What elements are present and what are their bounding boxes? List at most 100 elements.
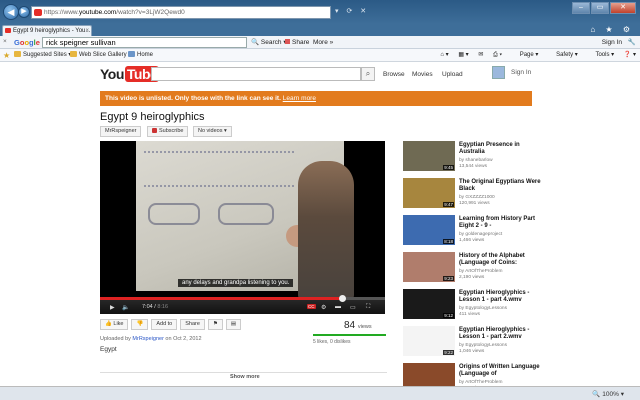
related-video-item[interactable]: 9:45 Egyptian Presence in Australia by sha… <box>403 141 543 171</box>
google-search-button[interactable]: 🔍 Search ▾ <box>251 38 287 47</box>
video-thumbnail[interactable]: 9:12 <box>403 289 455 319</box>
video-thumbnail[interactable]: 8:16 <box>403 363 455 386</box>
google-share-button[interactable]: Share <box>285 38 309 47</box>
google-signin-link[interactable]: Sign In <box>602 38 622 47</box>
subscribe-button[interactable]: Subscribe <box>147 126 189 137</box>
nav-browse[interactable]: Browse <box>383 71 405 78</box>
stats-icon[interactable]: ▤ <box>225 319 242 330</box>
related-video-title[interactable]: Origins of Written Language (Language of <box>459 364 541 377</box>
gear-icon[interactable]: ⚙ <box>321 304 326 311</box>
quality-icon[interactable]: ▬ <box>335 304 341 310</box>
related-video-views: 1,046 views <box>459 349 485 354</box>
window-controls: – ▭ ✕ <box>571 2 636 14</box>
mail-icon[interactable]: ✉ <box>478 52 483 58</box>
safety-menu[interactable]: Safety ▾ <box>548 52 578 58</box>
related-video-views: 1,466 views <box>459 238 485 243</box>
related-video-channel: by goldenageproject <box>459 232 503 237</box>
google-more-button[interactable]: More » <box>313 38 333 47</box>
favorites-star-icon[interactable]: ★ <box>3 51 10 60</box>
forward-button[interactable]: ▶ <box>18 6 30 18</box>
page-icon <box>128 51 135 57</box>
like-button[interactable]: 👍 Like <box>100 319 129 330</box>
video-thumbnail[interactable]: 9:23 <box>403 252 455 282</box>
flag-icon[interactable]: ⚑ <box>207 319 223 330</box>
related-video-title[interactable]: Egyptian Hieroglyphics - Lesson 1 - part… <box>459 290 541 303</box>
channel-link[interactable]: MrRspeigner <box>100 126 142 137</box>
nav-movies[interactable]: Movies <box>412 71 433 78</box>
address-bar[interactable]: https://www.youtube.com/watch?v=3LjW2Qew… <box>31 6 331 19</box>
wrench-icon[interactable]: 🔧 <box>628 38 636 47</box>
tab-strip: Egypt 9 heiroglyphics - You... × ⌂ ★ ⚙ <box>0 24 640 36</box>
related-video-title[interactable]: Egyptian Hieroglyphics - Lesson 1 - part… <box>459 327 541 340</box>
search-icon[interactable]: ⌕ <box>361 67 375 81</box>
video-thumbnail[interactable]: 9:22 <box>403 326 455 356</box>
player-controls: ▶ 🔈 7:04 / 8:16 CC ⚙ ▬ ▭ ⛶ <box>100 295 385 314</box>
youtube-search-input[interactable] <box>151 67 361 81</box>
add-to-button[interactable]: Add to <box>151 319 178 330</box>
favorite-home[interactable]: Home <box>128 51 153 60</box>
upload-info: Uploaded by MrRspeigner on Oct 2, 2012 <box>100 336 202 342</box>
tab-youtube[interactable]: Egypt 9 heiroglyphics - You... × <box>2 25 92 36</box>
favorites-bar: ★ Suggested Sites ▾ Web Slice Gallery ▾ … <box>0 49 640 62</box>
video-duration: 9:12 <box>443 313 454 318</box>
theater-icon[interactable]: ▭ <box>350 304 356 311</box>
nav-upload[interactable]: Upload <box>442 71 463 78</box>
back-button[interactable]: ◀ <box>3 4 19 20</box>
youtube-favicon <box>34 9 42 16</box>
volume-icon[interactable]: 🔈 <box>122 304 129 311</box>
related-video-title[interactable]: The Original Egyptians Were Black <box>459 179 541 192</box>
share-button[interactable]: Share <box>180 319 205 330</box>
related-video-channel: by EgyptologyLessons <box>459 306 507 311</box>
video-thumbnail[interactable]: 8:18 <box>403 215 455 245</box>
tools-menu[interactable]: Tools ▾ <box>587 52 614 58</box>
related-video-item[interactable]: 9:47 The Original Egyptians Were Black by … <box>403 178 543 208</box>
related-video-item[interactable]: 9:12 Egyptian Hieroglyphics - Lesson 1 - … <box>403 289 543 319</box>
related-video-title[interactable]: Learning from History Part Eight 2 - 9 - <box>459 216 541 229</box>
close-tab-icon[interactable]: × <box>85 26 89 36</box>
fullscreen-icon[interactable]: ⛶ <box>366 304 370 311</box>
play-icon[interactable]: ▶ <box>110 304 115 311</box>
captions-button[interactable]: CC <box>307 304 316 309</box>
related-video-item[interactable]: 9:23 History of the Alphabet (Language of… <box>403 252 543 282</box>
feeds-icon[interactable]: ▦ ▾ <box>458 52 468 58</box>
divider <box>100 372 387 373</box>
progress-handle[interactable] <box>339 295 347 302</box>
learn-more-link[interactable]: Learn more <box>283 95 316 102</box>
maximize-icon[interactable]: ▭ <box>591 2 609 14</box>
thumbs-down-icon: 👎 <box>136 321 144 327</box>
cartouche-right <box>218 203 274 225</box>
command-bar: ⌂ ▾ ▦ ▾ ✉ ⎙ ▾ Page ▾ Safety ▾ Tools ▾ ❓ … <box>432 51 636 60</box>
address-bar-icons[interactable]: ▾ ⟳ ✕ <box>335 7 369 15</box>
presenter <box>298 161 354 301</box>
minimize-icon[interactable]: – <box>572 2 590 14</box>
help-icon[interactable]: ❓ ▾ <box>624 52 636 58</box>
progress-bar[interactable] <box>100 295 385 302</box>
close-toolbar-icon[interactable]: × <box>3 38 7 45</box>
uploader-link[interactable]: MrRspeigner <box>132 336 163 342</box>
avatar[interactable] <box>492 66 505 79</box>
youtube-signin-link[interactable]: Sign In <box>511 69 531 76</box>
related-video-item[interactable]: 9:22 Egyptian Hieroglyphics - Lesson 1 - … <box>403 326 543 356</box>
print-icon[interactable]: ⎙ ▾ <box>493 52 502 58</box>
time-display: 7:04 / 8:16 <box>142 304 169 310</box>
video-thumbnail[interactable]: 9:47 <box>403 178 455 208</box>
home-icon[interactable]: ⌂ ▾ <box>440 52 448 58</box>
dislike-button[interactable]: 👎 <box>131 319 149 330</box>
related-video-title[interactable]: History of the Alphabet (Language of Coi… <box>459 253 541 266</box>
show-more-button[interactable]: Show more <box>230 374 260 380</box>
home-star-gear-icons[interactable]: ⌂ ★ ⚙ <box>590 25 634 34</box>
related-video-views: 411 views <box>459 312 480 317</box>
close-icon[interactable]: ✕ <box>610 2 636 14</box>
video-thumbnail[interactable]: 9:45 <box>403 141 455 171</box>
related-video-item[interactable]: 8:16 Origins of Written Language (Languag… <box>403 363 543 386</box>
favorite-web-slice-gallery[interactable]: Web Slice Gallery ▾ <box>70 51 131 60</box>
video-player[interactable]: any delays and grandpa listening to you.… <box>100 141 385 314</box>
zoom-level[interactable]: 🔍 100% ▾ <box>592 390 624 398</box>
related-video-title[interactable]: Egyptian Presence in Australia <box>459 142 541 155</box>
related-video-item[interactable]: 8:18 Learning from History Part Eight 2 -… <box>403 215 543 245</box>
favorite-suggested-sites[interactable]: Suggested Sites ▾ <box>14 51 71 60</box>
google-search-input[interactable]: rick speigner sullivan <box>42 37 247 48</box>
no-videos-dropdown[interactable]: No videos ▾ <box>193 126 232 137</box>
page-menu[interactable]: Page ▾ <box>512 52 539 58</box>
whiteboard-writing <box>144 151 294 187</box>
